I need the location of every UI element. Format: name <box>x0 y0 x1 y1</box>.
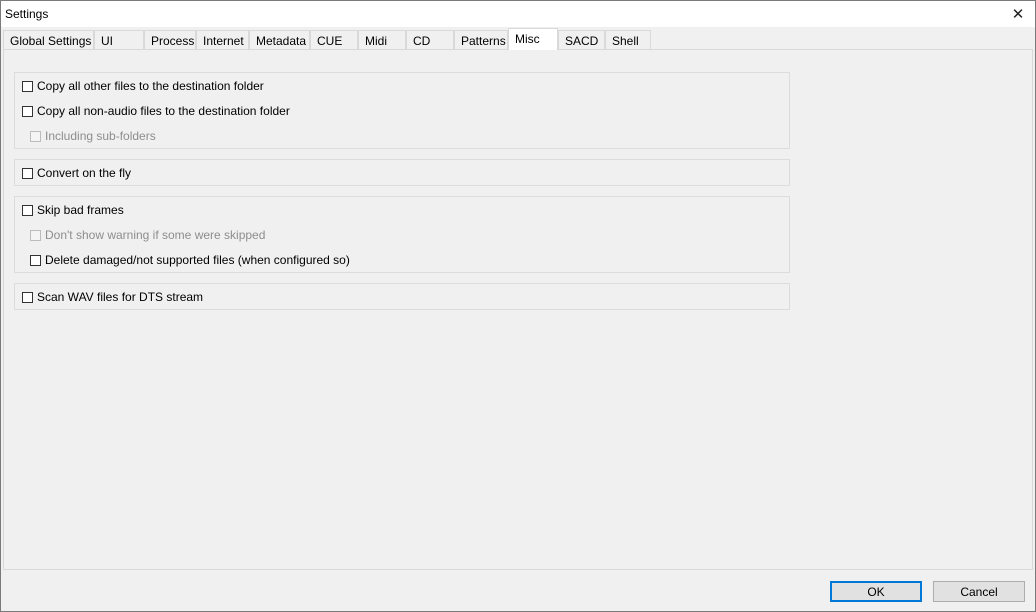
checkbox-box[interactable] <box>30 130 41 142</box>
tab-label: CUE <box>317 34 343 48</box>
close-icon[interactable]: ✕ <box>1001 1 1035 27</box>
tab-shell[interactable]: Shell <box>605 30 651 49</box>
window-title: Settings <box>5 7 49 21</box>
tab-label: Shell <box>612 34 639 48</box>
copy-nonaudio-files-checkbox[interactable]: Copy all non-audio files to the destinat… <box>22 104 290 118</box>
checkbox-box[interactable] <box>30 229 41 241</box>
tab-cue[interactable]: CUE <box>310 30 358 49</box>
dont-show-warning-checkbox[interactable]: Don't show warning if some were skipped <box>30 228 265 242</box>
checkbox-box[interactable] <box>30 254 41 266</box>
copy-files-group: Copy all other files to the destination … <box>14 72 790 149</box>
tab-cd[interactable]: CD <box>406 30 454 49</box>
checkbox-box[interactable] <box>22 204 33 216</box>
including-subfolders-checkbox[interactable]: Including sub-folders <box>30 129 156 143</box>
checkbox-label: Delete damaged/not supported files (when… <box>45 253 350 267</box>
copy-other-files-checkbox[interactable]: Copy all other files to the destination … <box>22 79 264 93</box>
scan-wav-group: Scan WAV files for DTS stream <box>14 283 790 310</box>
bad-frames-group: Skip bad frames Don't show warning if so… <box>14 196 790 273</box>
checkbox-label: Including sub-folders <box>45 129 156 143</box>
checkbox-box[interactable] <box>22 80 33 92</box>
tab-label: SACD <box>565 34 599 48</box>
tab-label: Misc <box>515 32 540 46</box>
tab-internet[interactable]: Internet <box>196 30 249 49</box>
checkbox-label: Scan WAV files for DTS stream <box>37 290 204 304</box>
checkbox-label: Skip bad frames <box>37 203 124 217</box>
settings-window: Settings ✕ Global Settings UI Process In… <box>0 0 1036 612</box>
convert-fly-group: Convert on the fly <box>14 159 790 186</box>
checkbox-box[interactable] <box>22 291 33 303</box>
misc-panel: Copy all other files to the destination … <box>3 49 1033 570</box>
tab-global-settings[interactable]: Global Settings <box>3 30 94 49</box>
skip-bad-frames-checkbox[interactable]: Skip bad frames <box>22 203 124 217</box>
tab-label: Process <box>151 34 195 48</box>
convert-on-the-fly-checkbox[interactable]: Convert on the fly <box>22 166 131 180</box>
dialog-footer: OK Cancel <box>1 571 1035 611</box>
tab-midi[interactable]: Midi <box>358 30 406 49</box>
checkbox-label: Don't show warning if some were skipped <box>45 228 266 242</box>
tab-label: Internet <box>203 34 244 48</box>
tab-label: Global Settings <box>10 34 92 48</box>
tab-strip: Global Settings UI Process Internet Meta… <box>3 28 1033 50</box>
tab-patterns[interactable]: Patterns <box>454 30 508 49</box>
cancel-button[interactable]: Cancel <box>933 581 1025 602</box>
tab-process[interactable]: Process <box>144 30 196 49</box>
checkbox-label: Copy all non-audio files to the destinat… <box>37 104 290 118</box>
checkbox-box[interactable] <box>22 167 33 179</box>
checkbox-label: Copy all other files to the destination … <box>37 79 264 93</box>
tab-label: UI <box>101 34 113 48</box>
tab-label: Patterns <box>461 34 506 48</box>
checkbox-label: Convert on the fly <box>37 166 132 180</box>
checkbox-box[interactable] <box>22 105 33 117</box>
tab-ui[interactable]: UI <box>94 30 144 49</box>
ok-button[interactable]: OK <box>830 581 922 602</box>
delete-damaged-files-checkbox[interactable]: Delete damaged/not supported files (when… <box>30 253 350 267</box>
tab-label: CD <box>413 34 431 48</box>
scan-wav-dts-checkbox[interactable]: Scan WAV files for DTS stream <box>22 290 203 304</box>
tab-metadata[interactable]: Metadata <box>249 30 310 49</box>
tab-label: Metadata <box>256 34 307 48</box>
title-bar: Settings ✕ <box>1 1 1035 27</box>
tab-sacd[interactable]: SACD <box>558 30 605 49</box>
tab-label: Midi <box>365 34 388 48</box>
tab-misc[interactable]: Misc <box>508 28 558 50</box>
